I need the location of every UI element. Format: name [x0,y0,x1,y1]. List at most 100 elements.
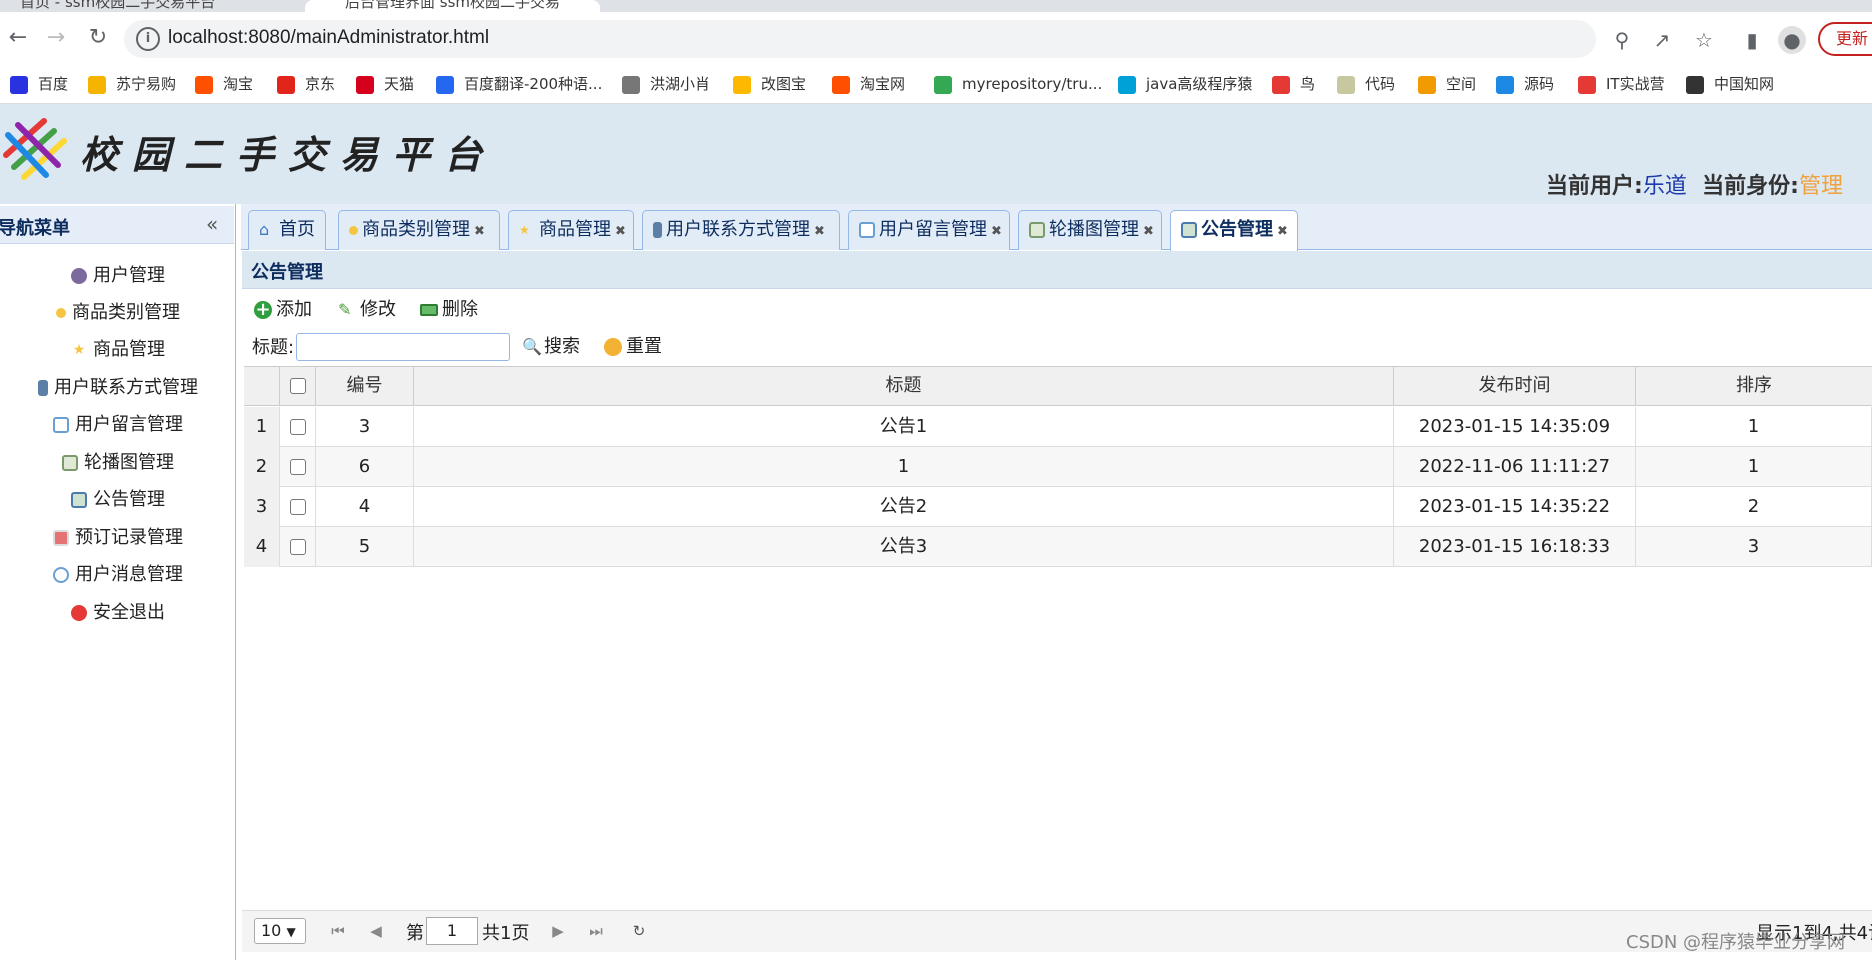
close-icon[interactable]: ✖ [474,224,485,239]
sidebar-item-booking-management[interactable]: 预订记录管理 [0,520,236,556]
table-icon [1181,222,1197,238]
refresh-icon[interactable]: ↻ [626,918,652,944]
chat-icon [859,222,875,238]
sidebar-item-logout[interactable]: 安全退出 [0,595,236,631]
back-icon[interactable]: ← [2,22,34,54]
tab-label: 用户留言管理 [879,219,987,240]
bookmark-favicon-icon [1496,75,1514,94]
browser-tab-admin[interactable]: 后台管理界面 ssm校园二手交易 [305,0,600,12]
bookmark-star-icon[interactable]: ☆ [1690,26,1718,54]
image-icon [1029,222,1045,238]
bookmark-item[interactable]: 空间 [1418,70,1476,98]
table-icon [71,492,87,508]
bookmark-item[interactable]: 天猫 [356,70,414,98]
bookmark-item[interactable]: 代码 [1337,70,1395,98]
close-icon[interactable]: ✖ [814,224,825,239]
time-cell: 2023-01-15 16:18:33 [1394,527,1636,567]
sidebar-item-contact-management[interactable]: 用户联系方式管理 [0,370,236,406]
sidebar-item-carousel-management[interactable]: 轮播图管理 [0,445,236,481]
close-icon[interactable]: ✖ [1143,224,1154,239]
row-checkbox-cell [280,447,316,487]
prev-page-icon[interactable]: ◀ [363,918,389,944]
column-header-title[interactable]: 标题 [414,366,1394,406]
bookmark-item[interactable]: 洪湖小肖 [622,70,710,98]
tab-home[interactable]: ⌂ 首页 [248,210,326,250]
row-checkbox[interactable] [289,499,306,515]
tab-message-management[interactable]: 用户留言管理 ✖ [848,210,1010,250]
key-icon[interactable]: ⚲ [1608,26,1636,54]
profile-icon[interactable]: ● [1778,26,1806,54]
tab-notice-management[interactable]: 公告管理 ✖ [1170,210,1298,251]
column-header-time[interactable]: 发布时间 [1394,366,1636,406]
title-search-input[interactable] [296,333,510,361]
sidebar-item-label: 轮播图管理 [84,452,174,473]
add-button[interactable]: + 添加 [254,296,312,324]
last-page-icon[interactable]: ⏭ [583,918,609,944]
sidebar-item-label: 公告管理 [93,489,165,510]
column-header-order[interactable]: 排序 [1636,366,1872,406]
tab-category-management[interactable]: 商品类别管理 ✖ [338,210,500,250]
row-checkbox[interactable] [289,539,306,555]
row-checkbox[interactable] [289,419,306,435]
bookmark-item[interactable]: myrepository/tru... [934,70,1102,98]
bookmark-item[interactable]: 百度翻译-200种语... [436,70,602,98]
side-panel-icon[interactable]: ▮ [1738,26,1766,54]
row-number-cell: 1 [244,407,280,447]
sidebar-item-label: 商品管理 [93,339,165,360]
site-info-icon[interactable]: i [136,27,160,51]
sidebar-item-category-management[interactable]: 商品类别管理 [0,295,236,331]
sidebar-item-user-management[interactable]: 用户管理 [0,258,236,294]
row-number-cell: 2 [244,447,280,487]
browser-tab-home[interactable]: 首页 - ssm校园二手交易平台 [20,0,300,12]
page-number-input[interactable]: 1 [426,917,478,945]
sidebar-item-notice-management[interactable]: 公告管理 [0,482,236,518]
bookmark-item[interactable]: 京东 [277,70,335,98]
close-icon[interactable]: ✖ [991,224,1002,239]
close-icon[interactable]: ✖ [1277,224,1288,239]
bookmark-item[interactable]: 百度 [10,70,68,98]
bookmark-item[interactable]: IT实战营 [1578,70,1665,98]
bookmark-item[interactable]: 淘宝网 [832,70,905,98]
tab-carousel-management[interactable]: 轮播图管理 ✖ [1018,210,1162,250]
page-size-select[interactable]: 10 ▼ [254,918,306,944]
bookmark-item[interactable]: 源码 [1496,70,1554,98]
bookmark-favicon-icon [733,75,751,94]
tab-contact-management[interactable]: 用户联系方式管理 ✖ [642,210,840,250]
bookmark-item[interactable]: 改图宝 [733,70,806,98]
bookmark-item[interactable]: java高级程序猿 [1118,70,1252,98]
update-button[interactable]: 更新 [1818,22,1872,56]
forward-icon[interactable]: → [40,22,72,54]
row-checkbox[interactable] [289,459,306,475]
edit-button[interactable]: ✎ 修改 [338,296,396,324]
reset-button[interactable]: 重置 [604,333,662,361]
sidebar-item-user-message-management[interactable]: 用户消息管理 [0,557,236,593]
order-cell: 1 [1636,447,1872,487]
chat-icon [53,417,69,433]
close-icon[interactable]: ✖ [615,224,626,239]
share-icon[interactable]: ↗ [1648,26,1676,54]
delete-button[interactable]: 删除 [420,296,478,324]
url-text[interactable]: localhost:8080/mainAdministrator.html [168,27,489,49]
bookmark-label: 洪湖小肖 [650,75,711,93]
first-page-icon[interactable]: ⏮ [325,918,351,944]
column-header-id[interactable]: 编号 [316,366,414,406]
bookmark-item[interactable]: 苏宁易购 [88,70,176,98]
search-button[interactable]: 🔍 搜索 [522,333,580,361]
tab-product-management[interactable]: ★ 商品管理 ✖ [508,210,634,250]
bookmark-item[interactable]: 鸟 [1272,70,1315,98]
order-cell: 3 [1636,527,1872,567]
user-info: 当前用户:乐道 当前身份:管理 [1546,168,1843,200]
bookmark-item[interactable]: 中国知网 [1686,70,1774,98]
next-page-icon[interactable]: ▶ [545,918,571,944]
reload-icon[interactable]: ↻ [82,22,114,54]
calendar-icon [53,530,69,546]
bookmark-favicon-icon [1337,75,1355,94]
collapse-icon[interactable]: « [206,212,218,236]
star-icon: ★ [519,223,530,237]
select-all-checkbox[interactable] [289,378,306,394]
sidebar-item-product-management[interactable]: ★ 商品管理 [0,332,236,368]
bookmark-item[interactable]: 淘宝 [195,70,253,98]
bookmark-favicon-icon [436,75,454,94]
sidebar-item-message-management[interactable]: 用户留言管理 [0,407,236,443]
id-cell: 6 [316,447,414,487]
